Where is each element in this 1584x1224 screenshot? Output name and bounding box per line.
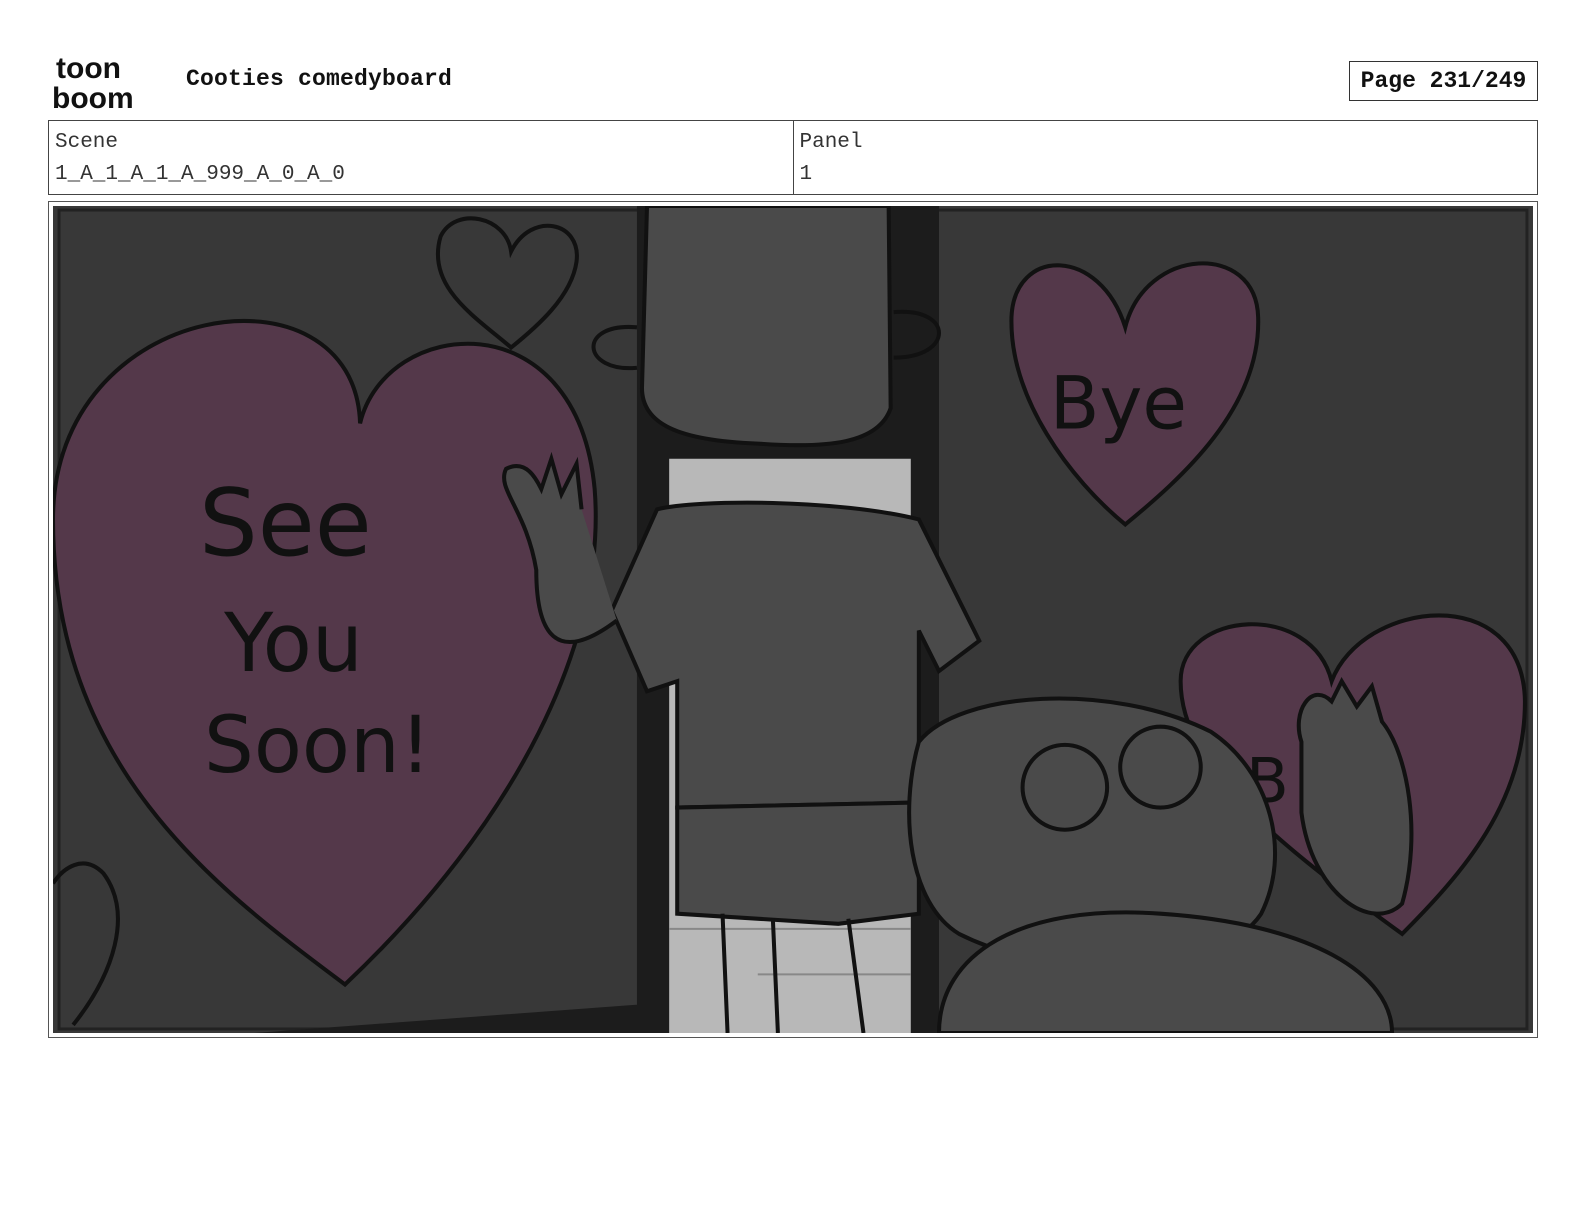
panel-cell: Panel 1	[792, 121, 1538, 194]
logo-text-top: toon	[56, 52, 121, 85]
right-heart-text-bye: Bye	[1050, 362, 1187, 446]
left-heart-text-soon: Soon!	[204, 699, 431, 791]
page-indicator: Page 231/249	[1349, 61, 1538, 101]
scene-label: Scene	[55, 131, 119, 154]
panel-value: 1	[799, 163, 813, 186]
left-heart-text-see: See	[199, 469, 372, 577]
document-title: Cooties comedyboard	[186, 66, 453, 92]
scene-panel-info: Scene 1_A_1_A_1_A_999_A_0_A_0 Panel 1	[48, 120, 1538, 195]
left-heart-text-you: You	[223, 597, 363, 691]
sitting-character	[907, 676, 1414, 1033]
panel-label: Panel	[799, 131, 863, 154]
logo-text-bottom: boom	[52, 82, 134, 112]
scene-cell: Scene 1_A_1_A_1_A_999_A_0_A_0	[49, 121, 793, 194]
toon-boom-logo: toon boom	[52, 52, 134, 112]
character-head	[639, 206, 893, 448]
storyboard-panel-art: See You Soon! Bye B	[53, 206, 1533, 1033]
glasses-right-lens	[1118, 724, 1203, 810]
character-shorts	[675, 800, 921, 926]
glasses-left-lens	[1020, 742, 1110, 832]
storyboard-panel-frame: See You Soon! Bye B	[48, 201, 1538, 1038]
scene-value: 1_A_1_A_1_A_999_A_0_A_0	[55, 163, 345, 186]
